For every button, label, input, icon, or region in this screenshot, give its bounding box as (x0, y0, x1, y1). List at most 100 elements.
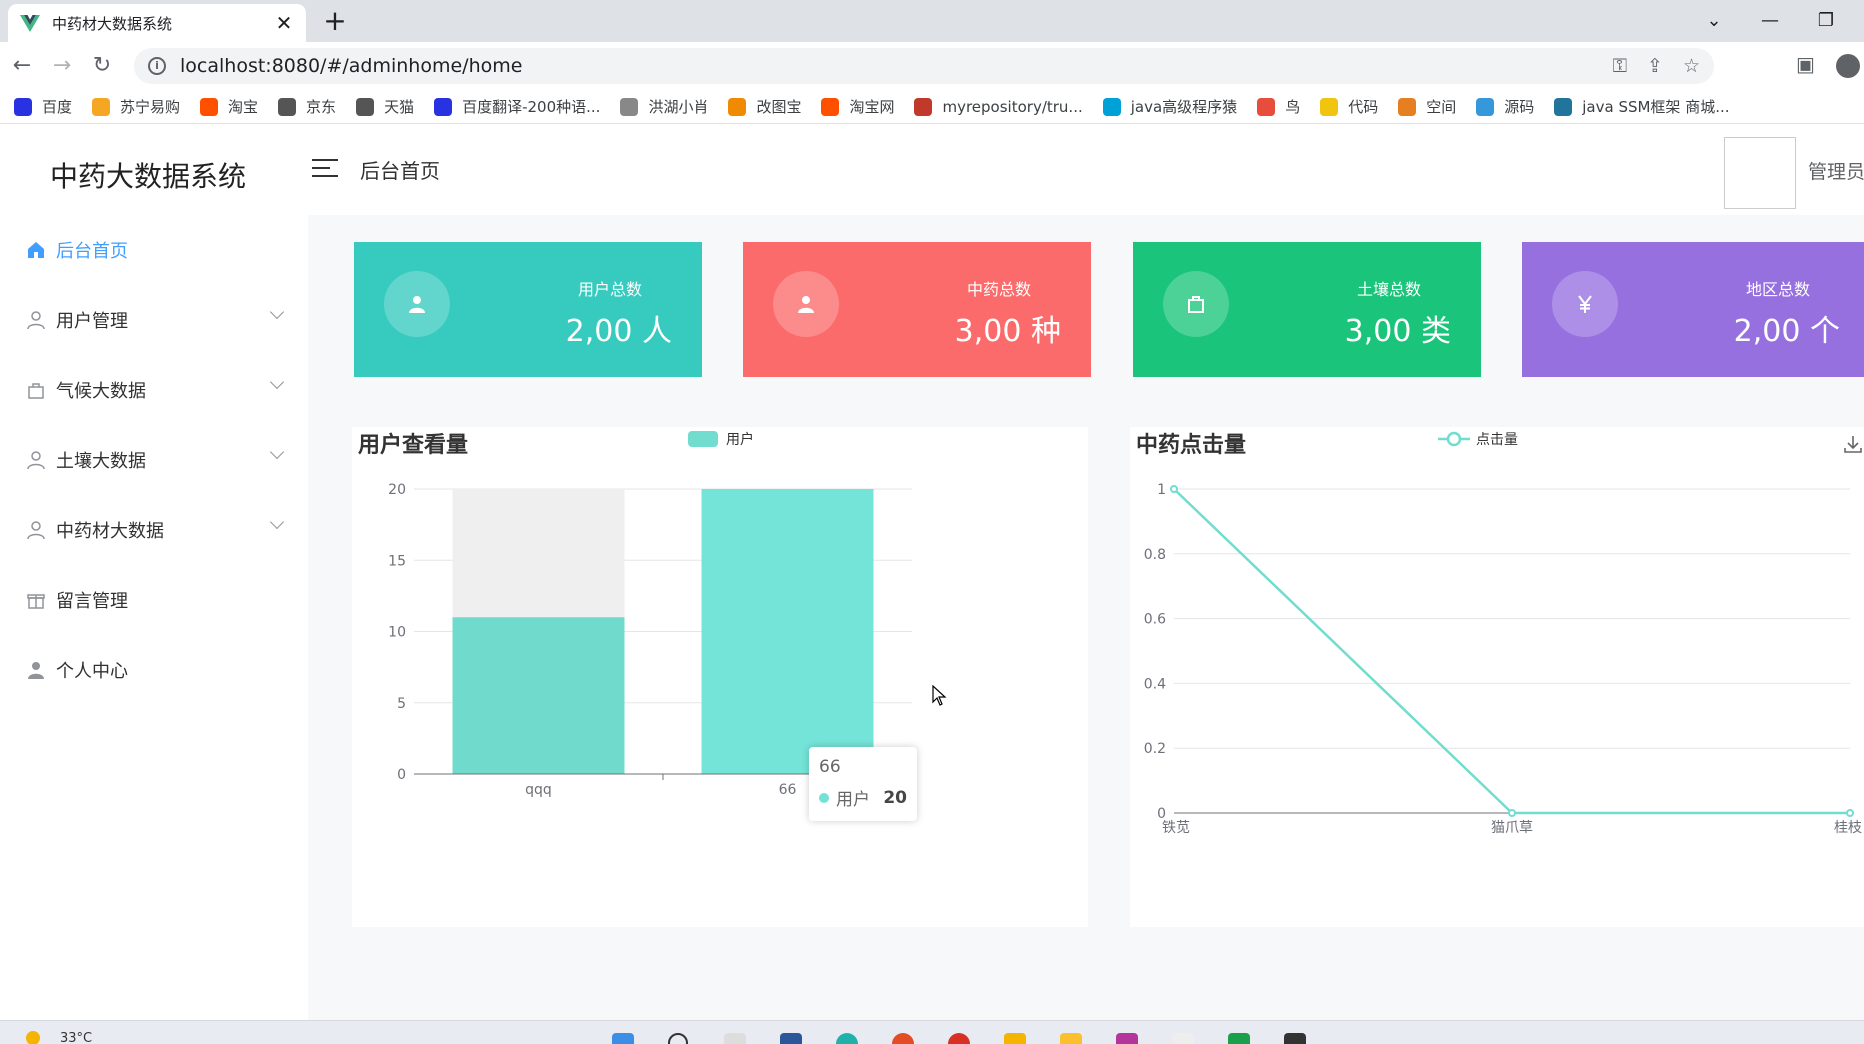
terminal-icon[interactable] (1284, 1033, 1306, 1044)
back-icon[interactable]: ← (6, 50, 38, 82)
bookmark-item[interactable]: 鸟 (1257, 96, 1300, 117)
legend-label: 点击量 (1476, 432, 1518, 448)
sidebar-item-label: 后台首页 (56, 241, 128, 262)
y-tick-label: 0.4 (1144, 676, 1166, 692)
bookmark-favicon-icon (914, 97, 933, 116)
browser-tab[interactable]: 中药材大数据系统 ✕ (8, 4, 306, 42)
task-view-icon[interactable] (724, 1033, 746, 1044)
weather-icon (26, 1031, 40, 1044)
maximize-icon[interactable]: ❐ (1798, 4, 1854, 38)
url-omnibox[interactable]: i localhost:8080/#/adminhome/home ⚿ ⇪ ☆ (134, 48, 1714, 84)
profile-avatar-icon[interactable] (1836, 54, 1860, 78)
bookmark-item[interactable]: 空间 (1398, 96, 1456, 117)
sidebar-item-5[interactable]: 留言管理 (0, 565, 308, 635)
bookmark-item[interactable]: 天猫 (356, 96, 414, 117)
bookmark-item[interactable]: 百度翻译-200种语... (434, 96, 600, 117)
bookmark-item[interactable]: 改图宝 (728, 96, 801, 117)
side-panel-icon[interactable]: ▣ (1796, 52, 1815, 76)
bar (452, 617, 625, 774)
bookmarks-bar: 百度 苏宁易购 淘宝 京东 天猫 百度翻译-200种语... 洪湖小肖 改图宝 淘宝网 myrep… (0, 90, 1864, 124)
y-tick-label: 1 (1157, 482, 1166, 498)
edge-icon[interactable] (836, 1033, 858, 1044)
y-tick-label: 10 (388, 625, 406, 641)
bookmark-item[interactable]: 百度 (14, 96, 72, 117)
bookmark-item[interactable]: java高级程序猿 (1102, 96, 1237, 117)
new-tab-button[interactable]: + (320, 6, 350, 36)
x-tick-label: 66 (779, 782, 797, 798)
ide-icon[interactable] (1116, 1033, 1138, 1044)
site-info-icon[interactable]: i (148, 57, 166, 75)
url-text[interactable]: localhost:8080/#/adminhome/home (180, 55, 1593, 77)
bookmark-label: 淘宝网 (849, 98, 895, 116)
hamburger-menu-icon[interactable] (312, 159, 338, 177)
reload-icon[interactable]: ↻ (86, 50, 118, 82)
sidebar-item-0[interactable]: 后台首页 (0, 215, 308, 285)
start-icon[interactable] (612, 1033, 634, 1044)
chart-legend[interactable]: 用户 (688, 429, 754, 449)
chart-legend[interactable]: 点击量 (1438, 429, 1518, 449)
minimize-icon[interactable]: — (1742, 4, 1798, 38)
user-icon (773, 271, 839, 337)
tooltip-series: 用户 (836, 790, 870, 810)
browser-tab-bar: 中药材大数据系统 ✕ + ⌄ — ❐ (0, 0, 1864, 42)
breadcrumb: 后台首页 (360, 159, 440, 183)
bookmark-item[interactable]: 京东 (278, 96, 336, 117)
search-icon[interactable] (668, 1033, 688, 1044)
stat-card-value: 3,00 类 (1344, 314, 1451, 349)
bookmark-item[interactable]: 淘宝网 (821, 96, 894, 117)
sidebar-item-label: 气候大数据 (56, 381, 146, 402)
x-tick-label: 猫爪草 (1491, 820, 1533, 836)
sidebar-item-3[interactable]: 土壤大数据 (0, 425, 308, 495)
stat-card-value: 2,00 个 (1733, 314, 1840, 349)
person-filled-icon (26, 660, 46, 680)
bookmark-item[interactable]: java SSM框架 商城... (1554, 96, 1730, 117)
sidebar-item-2[interactable]: 气候大数据 (0, 355, 308, 425)
bookmark-item[interactable]: 代码 (1320, 96, 1378, 117)
star-icon[interactable]: ☆ (1683, 55, 1700, 77)
sidebar-menu: 后台首页用户管理气候大数据土壤大数据 中药材大数据 留言管理 个人中心 (0, 215, 308, 705)
share-icon[interactable]: ⇪ (1647, 55, 1663, 77)
data-point (1508, 809, 1516, 817)
bookmark-item[interactable]: 源码 (1476, 96, 1534, 117)
x-tick-label: 铁苋 (1162, 820, 1190, 836)
key-icon[interactable]: ⚿ (1613, 55, 1627, 77)
bookmark-favicon-icon (356, 97, 375, 116)
stat-card-label: 地区总数 (1745, 280, 1810, 299)
app-title: 中药大数据系统 (50, 160, 247, 193)
browser-icon[interactable] (948, 1033, 970, 1044)
bookmark-item[interactable]: myrepository/tru... (914, 97, 1083, 116)
tab-title: 中药材大数据系统 (52, 14, 173, 33)
admin-label[interactable]: 管理员 (1808, 157, 1864, 184)
sidebar-item-6[interactable]: 个人中心 (0, 635, 308, 705)
forward-icon[interactable]: → (46, 50, 78, 82)
weather-text: 33°C (60, 1031, 93, 1044)
bookmark-item[interactable]: 苏宁易购 (92, 96, 180, 117)
tab-close-button[interactable]: ✕ (274, 11, 294, 35)
notepad-icon[interactable] (1172, 1033, 1194, 1044)
bookmark-item[interactable]: 淘宝 (200, 96, 258, 117)
x-tick-label: qqq (525, 782, 552, 798)
bookmark-favicon-icon (434, 97, 453, 116)
bookmark-favicon-icon (1554, 97, 1573, 116)
avatar[interactable] (1724, 137, 1796, 209)
sidebar-item-1[interactable]: 用户管理 (0, 285, 308, 355)
bookmark-item[interactable]: 洪湖小肖 (620, 96, 708, 117)
notes-icon[interactable] (1060, 1033, 1082, 1044)
excel-icon[interactable] (1228, 1033, 1250, 1044)
stat-card: 土壤总数 3,00 类 (1133, 242, 1481, 377)
data-point (1170, 485, 1178, 493)
folder-icon[interactable] (1004, 1033, 1026, 1044)
legend-label: 用户 (726, 432, 754, 448)
stat-card-label: 中药总数 (966, 280, 1031, 299)
chart-tooltip: 66 用户 20 (809, 747, 917, 821)
user-icon (384, 271, 450, 337)
sidebar: 中药大数据系统 后台首页用户管理气候大数据土壤大数据 中药材大数据 留言管理 个人中心 (0, 125, 308, 1020)
legend-line-marker (1438, 431, 1470, 447)
chrome-icon[interactable] (892, 1033, 914, 1044)
user-icon (26, 450, 46, 470)
sidebar-item-4[interactable]: 中药材大数据 (0, 495, 308, 565)
yen-icon (1552, 271, 1618, 337)
download-icon[interactable] (1842, 433, 1864, 455)
tab-search-icon[interactable]: ⌄ (1686, 4, 1742, 38)
app-icon[interactable] (780, 1033, 802, 1044)
